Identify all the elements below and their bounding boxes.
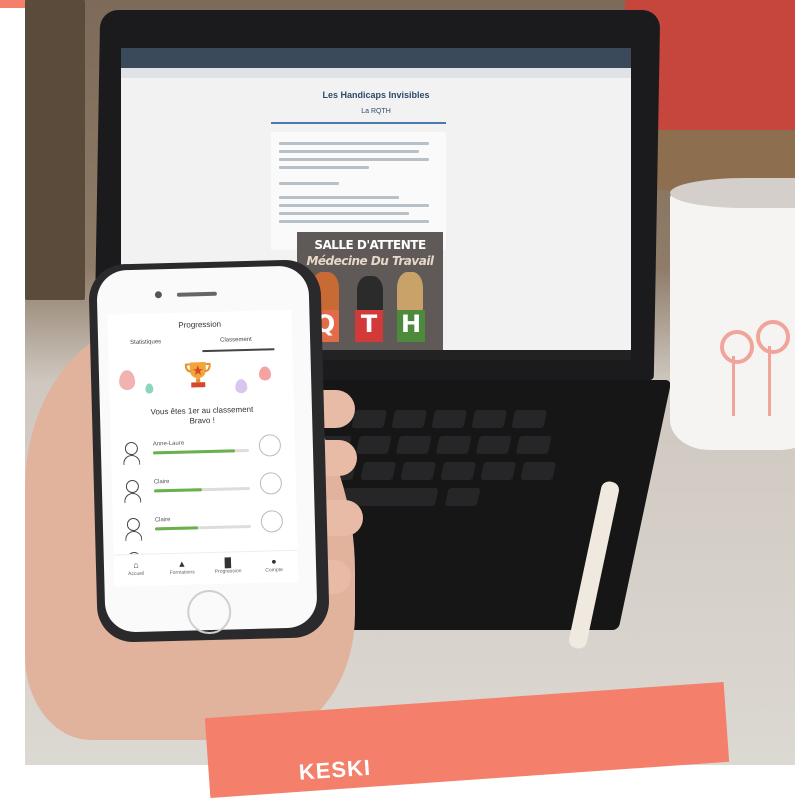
page-title: Progression	[178, 319, 222, 330]
comic-letter-t: T	[355, 310, 383, 342]
nav-compte[interactable]: ● Compte	[254, 555, 294, 574]
tab-bar: Statistiques Classement	[108, 336, 292, 355]
balloon-icon	[258, 366, 272, 381]
nav-label: Formations	[169, 569, 195, 577]
bottom-navigation: ⌂ Accueil ▲ Formations █ Progression ● C…	[113, 549, 299, 587]
ranking-name: Anne-Laure	[152, 440, 185, 448]
ranking-name: Claire	[154, 517, 171, 524]
home-button[interactable]	[186, 589, 232, 635]
ranking-score-circle	[260, 510, 284, 533]
camera-icon	[154, 291, 162, 299]
comic-letter-h: H	[397, 310, 425, 342]
photo: Les Handicaps Invisibles La RQTH SALLE D…	[25, 0, 795, 765]
banner-text: KESKI	[297, 754, 372, 785]
trophy-icon	[184, 362, 211, 388]
user-avatar-icon	[123, 441, 141, 466]
user-icon: ●	[271, 556, 277, 567]
smartphone: Progression Statistiques Classement Vous…	[88, 259, 330, 643]
comic-title: SALLE D'ATTENTE	[314, 238, 426, 252]
nav-label: Progression	[214, 568, 242, 575]
user-avatar-icon	[124, 479, 142, 504]
nav-label: Accueil	[128, 570, 145, 578]
balloon-icon	[145, 383, 154, 394]
nav-accueil[interactable]: ⌂ Accueil	[116, 558, 156, 577]
nav-label: Compte	[265, 567, 283, 574]
comic-subtitle: Médecine Du Travail	[306, 254, 434, 268]
ranking-score-circle	[259, 472, 283, 495]
ranking-progress-bar	[153, 486, 251, 493]
flamingo-icon	[756, 320, 790, 354]
shelf-left	[25, 0, 85, 300]
ranking-name: Claire	[153, 479, 170, 486]
tab-statistiques[interactable]: Statistiques	[130, 339, 161, 346]
bar-chart-icon: █	[224, 557, 232, 568]
phone-face: Progression Statistiques Classement Vous…	[96, 265, 318, 635]
title-underline	[271, 122, 446, 124]
ranking-progress-bar	[154, 524, 252, 531]
browser-tab-bar	[121, 48, 631, 68]
coffee-mug	[670, 180, 795, 450]
ranking-progress-bar	[152, 448, 250, 455]
balloon-icon	[118, 369, 136, 391]
speaker-icon	[176, 291, 217, 297]
tab-classement[interactable]: Classement	[220, 337, 252, 344]
home-icon: ⌂	[133, 559, 139, 571]
user-avatar-icon	[125, 517, 143, 542]
balloon-icon	[235, 378, 248, 394]
site-subtitle: La RQTH	[361, 108, 391, 115]
active-tab-indicator	[202, 348, 275, 353]
progression-app-screen: Progression Statistiques Classement Vous…	[107, 309, 299, 587]
site-title: Les Handicaps Invisibles	[322, 90, 430, 100]
flamingo-icon	[720, 330, 754, 364]
graduation-cap-icon: ▲	[177, 558, 187, 569]
nav-formations[interactable]: ▲ Formations	[162, 557, 202, 576]
ranking-score-circle	[258, 434, 282, 457]
browser-address-bar	[121, 68, 631, 78]
nav-progression[interactable]: █ Progression	[208, 556, 248, 575]
